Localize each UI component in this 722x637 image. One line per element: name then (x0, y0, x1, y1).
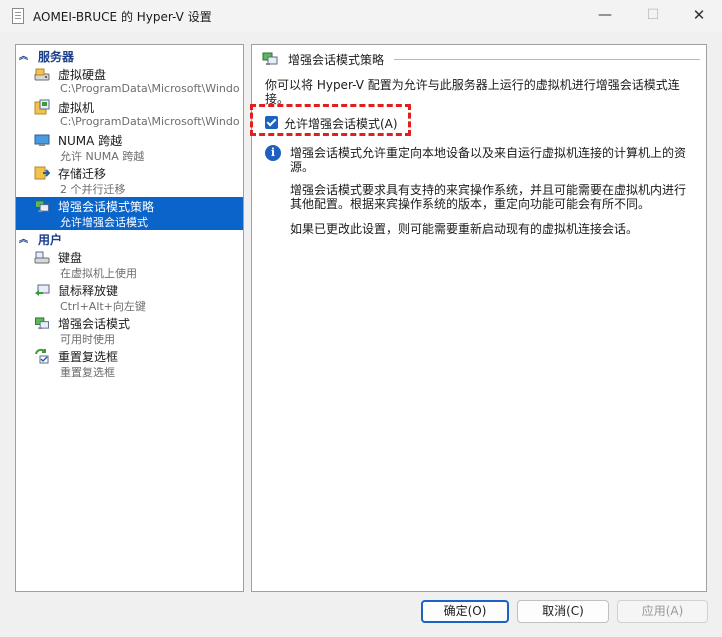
ok-button[interactable]: 确定(O) (421, 600, 509, 623)
nav-item-title: 虚拟机 (58, 101, 95, 115)
minimize-button[interactable]: — (582, 0, 628, 32)
info-paragraph: 增强会话模式要求具有支持的来宾操作系统，并且可能需要在虚拟机内进行其他配置。根据… (290, 183, 687, 211)
enhanced-session-icon (262, 52, 278, 65)
virtual-machine-folder-icon (34, 99, 50, 115)
storage-migration-icon (34, 166, 50, 180)
nav-item-subtitle: 2 个并行迁移 (60, 183, 126, 196)
settings-document-icon (12, 8, 24, 24)
nav-item-title: 存储迁移 (58, 167, 107, 181)
section-header-user[interactable]: ︽ 用户 (16, 231, 243, 247)
nav-item-numa-spanning[interactable]: NUMA 跨越 允许 NUMA 跨越 (16, 131, 243, 164)
title-bar: AOMEI-BRUCE 的 Hyper-V 设置 — ☐ ✕ (0, 0, 722, 32)
title-divider (394, 59, 700, 60)
nav-item-title: 增强会话模式策略 (58, 200, 155, 214)
window-title: AOMEI-BRUCE 的 Hyper-V 设置 (33, 10, 212, 24)
nav-item-subtitle: 允许 NUMA 跨越 (60, 150, 145, 163)
enhanced-session-icon (35, 317, 49, 330)
collapse-chevron-icon[interactable]: ︽ (19, 49, 28, 62)
nav-item-mouse-release-key[interactable]: 鼠标释放键 Ctrl+Alt+向左键 (16, 281, 243, 314)
nav-item-enhanced-session-mode[interactable]: 增强会话模式 可用时使用 (16, 314, 243, 347)
collapse-chevron-icon[interactable]: ︽ (19, 232, 28, 245)
nav-item-subtitle: 可用时使用 (60, 333, 115, 346)
allow-enhanced-session-checkbox[interactable] (265, 116, 278, 129)
mouse-release-icon (35, 284, 50, 296)
nav-item-enhanced-session-mode-policy[interactable]: 增强会话模式策略 允许增强会话模式 (16, 197, 243, 230)
nav-item-title: 鼠标释放键 (58, 284, 119, 298)
info-icon: i (265, 145, 281, 161)
settings-navigation-panel: ︽ 服务器 虚拟硬盘 C:\ProgramData\Microsoft\Wind… (15, 44, 244, 592)
hard-disk-icon (34, 68, 50, 81)
nav-item-virtual-hard-disks[interactable]: 虚拟硬盘 C:\ProgramData\Microsoft\Windo... (16, 65, 243, 98)
nav-item-title: NUMA 跨越 (58, 134, 123, 148)
nav-item-reset-checkboxes[interactable]: 重置复选框 重置复选框 (16, 347, 243, 380)
nav-item-title: 键盘 (58, 251, 83, 265)
keyboard-icon (34, 251, 50, 264)
close-button[interactable]: ✕ (676, 0, 722, 32)
settings-content-panel: 增强会话模式策略 你可以将 Hyper-V 配置为允许与此服务器上运行的虚拟机进… (251, 44, 707, 592)
checkbox-label[interactable]: 允许增强会话模式(A) (284, 115, 398, 132)
maximize-button[interactable]: ☐ (630, 0, 676, 32)
reset-checkbox-icon (35, 348, 49, 364)
cancel-button[interactable]: 取消(C) (517, 600, 609, 623)
allow-enhanced-session-checkbox-row[interactable]: 允许增强会话模式(A) (265, 113, 425, 131)
nav-item-virtual-machines[interactable]: 虚拟机 C:\ProgramData\Microsoft\Windo... (16, 98, 243, 131)
section-label: 用户 (38, 233, 63, 247)
section-label: 服务器 (38, 50, 75, 64)
nav-item-title: 增强会话模式 (58, 317, 131, 331)
section-header-server[interactable]: ︽ 服务器 (16, 48, 243, 64)
nav-item-subtitle: Ctrl+Alt+向左键 (60, 300, 146, 313)
numa-monitor-icon (34, 134, 50, 146)
nav-item-subtitle: C:\ProgramData\Microsoft\Windo... (60, 82, 240, 95)
panel-title: 增强会话模式策略 (288, 53, 385, 67)
info-paragraph: 如果已更改此设置，则可能需要重新启动现有的虚拟机连接会话。 (290, 222, 639, 236)
nav-item-subtitle: 允许增强会话模式 (60, 216, 148, 229)
nav-item-subtitle: 重置复选框 (60, 366, 115, 379)
nav-item-subtitle: 在虚拟机上使用 (60, 267, 137, 280)
info-paragraph: 增强会话模式允许重定向本地设备以及来自运行虚拟机连接的计算机上的资源。 (290, 146, 687, 174)
nav-item-title: 重置复选框 (58, 350, 119, 364)
nav-item-storage-migrations[interactable]: 存储迁移 2 个并行迁移 (16, 164, 243, 197)
enhanced-session-icon (35, 200, 49, 213)
nav-item-subtitle: C:\ProgramData\Microsoft\Windo... (60, 115, 240, 128)
nav-item-title: 虚拟硬盘 (58, 68, 107, 82)
nav-item-keyboard[interactable]: 键盘 在虚拟机上使用 (16, 248, 243, 281)
apply-button[interactable]: 应用(A) (617, 600, 708, 623)
panel-description: 你可以将 Hyper-V 配置为允许与此服务器上运行的虚拟机进行增强会话模式连接… (265, 78, 680, 106)
